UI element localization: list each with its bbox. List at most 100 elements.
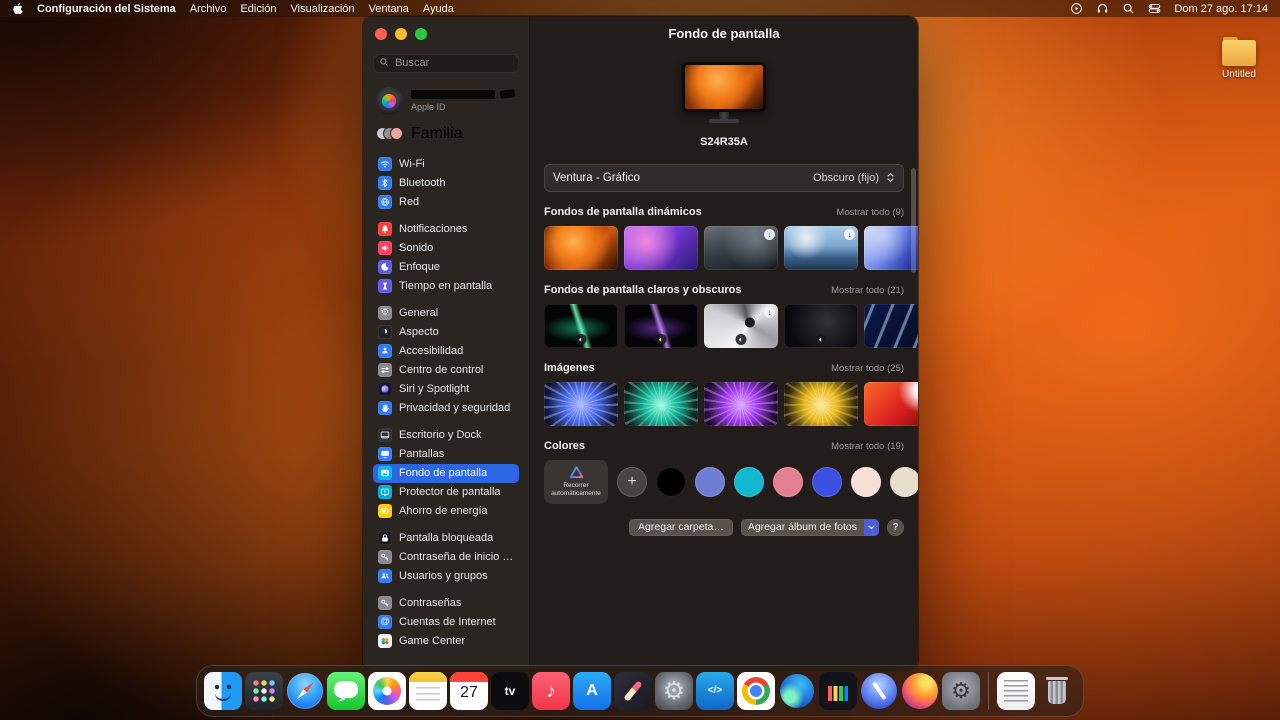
wallpaper-thumb-abstract-blue[interactable] xyxy=(864,226,918,270)
headphones-icon[interactable] xyxy=(1096,2,1109,15)
search-icon[interactable] xyxy=(1122,2,1135,15)
color-swatch-e7dfcc[interactable] xyxy=(890,467,918,497)
apple-logo-icon[interactable] xyxy=(12,2,23,15)
color-swatch-e27f90[interactable] xyxy=(773,467,803,497)
textedit-dock-icon[interactable] xyxy=(997,672,1035,710)
scrollbar[interactable] xyxy=(911,168,916,273)
menu-edicion[interactable]: Edición xyxy=(240,3,276,15)
finder-dock-icon[interactable] xyxy=(204,672,242,710)
wallpaper-thumb-blue-streaks[interactable] xyxy=(864,304,918,348)
utility-dock-icon[interactable]: ⚙ xyxy=(942,672,980,710)
color-swatch-000000[interactable] xyxy=(656,467,686,497)
add-folder-button[interactable]: Agregar carpeta… xyxy=(629,519,733,536)
sidebar-item-general[interactable]: ⚙General xyxy=(373,304,519,323)
sidebar-item-bluetooth[interactable]: Bluetooth xyxy=(373,174,519,193)
wallpaper-thumb-ventura[interactable] xyxy=(544,226,618,270)
apple-id-row[interactable]: Apple ID xyxy=(373,87,519,115)
sidebar-item-protector-de-pantalla[interactable]: Protector de pantalla xyxy=(373,483,519,502)
sidebar-item-label: Accesibilidad xyxy=(399,345,463,357)
launchpad-dock-icon[interactable] xyxy=(245,672,283,710)
control-center-icon[interactable] xyxy=(1148,2,1161,15)
chart-dock-icon[interactable] xyxy=(819,672,857,710)
folder-icon xyxy=(1222,40,1256,66)
color-swatch-f5ded6[interactable] xyxy=(851,467,881,497)
wallpaper-style-select[interactable]: Ventura - Gráfico Obscuro (fijo) xyxy=(544,164,904,192)
app-store-dock-icon[interactable]: A xyxy=(573,672,611,710)
wallpaper-thumb-swirl-light[interactable]: ◐↓ xyxy=(704,304,778,348)
sidebar-item-siri-y-spotlight[interactable]: Siri y Spotlight xyxy=(373,380,519,399)
music-dock-icon[interactable]: ♪ xyxy=(532,672,570,710)
color-swatch-6f7dd3[interactable] xyxy=(695,467,725,497)
menu-archivo[interactable]: Archivo xyxy=(190,3,227,15)
menu-bar-clock[interactable]: Dom 27 ago. 17:14 xyxy=(1174,3,1268,15)
desktop-folder-untitled[interactable]: Untitled xyxy=(1214,40,1264,80)
sidebar-item-privacidad-y-seguridad[interactable]: Privacidad y seguridad xyxy=(373,399,519,418)
show-all-link[interactable]: Mostrar todo (9) xyxy=(836,207,904,218)
system-settings-dock-icon[interactable]: ⚙ xyxy=(655,672,693,710)
chrome-dock-icon[interactable] xyxy=(737,672,775,710)
wallpaper-thumb-dark-mono[interactable]: ◐ xyxy=(784,304,858,348)
safari-dock-icon[interactable] xyxy=(286,672,324,710)
sidebar-item-contrasena-de-inicio-de-sesion[interactable]: Contraseña de inicio de sesión xyxy=(373,548,519,567)
search-input[interactable] xyxy=(373,54,519,73)
chevron-down-icon[interactable] xyxy=(864,519,879,536)
photos-dock-icon[interactable] xyxy=(368,672,406,710)
color-swatch-12b8cf[interactable] xyxy=(734,467,764,497)
color-swatch-3b4fe0[interactable] xyxy=(812,467,842,497)
help-button[interactable]: ? xyxy=(887,519,904,536)
wallpaper-thumb-dark-green[interactable]: ◐ xyxy=(544,304,618,348)
paint-dock-icon[interactable] xyxy=(614,672,652,710)
wallpaper-thumb-flower-teal[interactable] xyxy=(624,382,698,426)
sidebar-item-pantallas[interactable]: Pantallas xyxy=(373,445,519,464)
sidebar-item-wi-fi[interactable]: Wi-Fi xyxy=(373,155,519,174)
sidebar-item-cuentas-de-internet[interactable]: @Cuentas de Internet xyxy=(373,613,519,632)
now-playing-icon[interactable] xyxy=(1070,2,1083,15)
sidebar-item-sonido[interactable]: Sonido xyxy=(373,239,519,258)
sidebar-item-red[interactable]: Red xyxy=(373,193,519,212)
sidebar-item-contrasenas[interactable]: Contraseñas xyxy=(373,594,519,613)
minimize-button[interactable] xyxy=(395,28,407,40)
family-row[interactable]: Familia xyxy=(373,125,519,143)
edge-dock-icon[interactable] xyxy=(778,672,816,710)
zoom-button[interactable] xyxy=(415,28,427,40)
sidebar-item-ahorro-de-energia[interactable]: Ahorro de energía xyxy=(373,502,519,521)
wallpaper-thumb-flower-blue[interactable] xyxy=(544,382,618,426)
wallpaper-thumb-monterey[interactable] xyxy=(624,226,698,270)
calendar-dock-icon[interactable]: 27 xyxy=(450,672,488,710)
sidebar-item-accesibilidad[interactable]: Accesibilidad xyxy=(373,342,519,361)
sidebar-item-escritorio-y-dock[interactable]: Escritorio y Dock xyxy=(373,426,519,445)
sidebar-item-game-center[interactable]: Game Center xyxy=(373,632,519,651)
wallpaper-thumb-dark-purple[interactable]: ◐ xyxy=(624,304,698,348)
messages-dock-icon[interactable] xyxy=(327,672,365,710)
menu-configuracion-del-sistema[interactable]: Configuración del Sistema xyxy=(37,3,176,15)
add-photo-album-button[interactable]: Agregar álbum de fotos xyxy=(741,519,879,536)
browser-dock-icon[interactable] xyxy=(860,672,898,710)
menu-ayuda[interactable]: Ayuda xyxy=(423,3,454,15)
wallpaper-thumb-city[interactable]: ↓ xyxy=(704,226,778,270)
add-color-button[interactable]: + xyxy=(617,467,647,497)
trash-dock-icon[interactable] xyxy=(1038,672,1076,710)
sidebar-item-fondo-de-pantalla[interactable]: Fondo de pantalla xyxy=(373,464,519,483)
sidebar-item-usuarios-y-grupos[interactable]: Usuarios y grupos xyxy=(373,567,519,586)
auto-rotate-tile[interactable]: Recorrer automáticamente xyxy=(544,460,608,504)
close-button[interactable] xyxy=(375,28,387,40)
sidebar-item-enfoque[interactable]: Enfoque xyxy=(373,258,519,277)
wallpaper-thumb-flower-purple[interactable] xyxy=(704,382,778,426)
apple-tv-dock-icon[interactable]: tv xyxy=(491,672,529,710)
show-all-colors-link[interactable]: Mostrar todo (19) xyxy=(831,441,904,452)
sidebar-item-pantalla-bloqueada[interactable]: Pantalla bloqueada xyxy=(373,529,519,548)
sidebar-item-tiempo-en-pantalla[interactable]: Tiempo en pantalla xyxy=(373,277,519,296)
menu-ventana[interactable]: Ventana xyxy=(369,3,409,15)
notes-dock-icon[interactable] xyxy=(409,672,447,710)
show-all-link[interactable]: Mostrar todo (25) xyxy=(831,363,904,374)
sidebar-item-centro-de-control[interactable]: Centro de control xyxy=(373,361,519,380)
wallpaper-thumb-flower-yellow[interactable] xyxy=(784,382,858,426)
menu-visualizacion[interactable]: Visualización xyxy=(291,3,355,15)
sidebar-item-notificaciones[interactable]: Notificaciones xyxy=(373,220,519,239)
vscode-dock-icon[interactable]: </> xyxy=(696,672,734,710)
firefox-dock-icon[interactable] xyxy=(901,672,939,710)
show-all-link[interactable]: Mostrar todo (21) xyxy=(831,285,904,296)
sidebar-item-aspecto[interactable]: ◑Aspecto xyxy=(373,323,519,342)
wallpaper-thumb-island[interactable]: ↓ xyxy=(784,226,858,270)
wallpaper-thumb-red-abstract[interactable] xyxy=(864,382,918,426)
